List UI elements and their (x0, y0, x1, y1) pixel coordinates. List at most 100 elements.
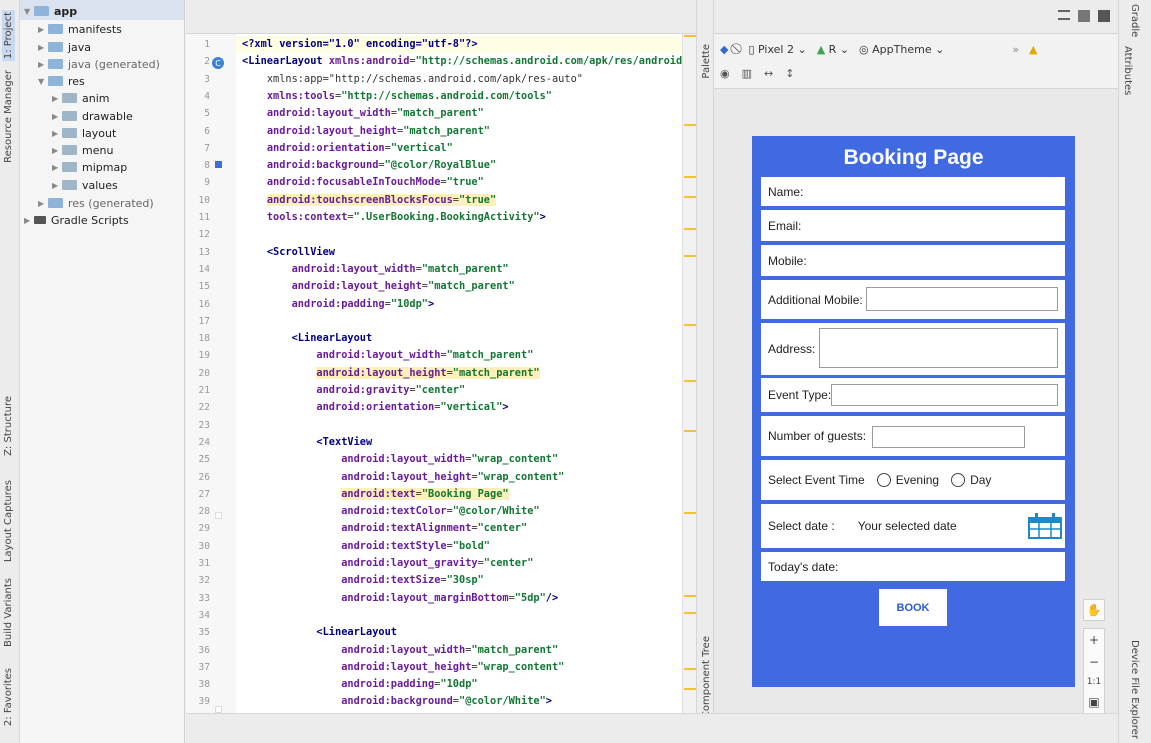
tree-item[interactable]: ▼ app (24, 2, 77, 20)
chevron-right-icon[interactable]: ▶ (52, 94, 62, 103)
bottom-scrollbar[interactable] (186, 713, 1118, 743)
chevron-down-icon[interactable]: ▼ (24, 7, 34, 16)
code-line[interactable]: android:padding="10dp"> (236, 296, 682, 313)
class-gutter-icon[interactable]: C (212, 57, 224, 69)
tab-gradle[interactable]: Gradle (1129, 4, 1140, 37)
design-view-icon[interactable] (1098, 10, 1110, 22)
name-field[interactable]: Name: (761, 177, 1065, 206)
additional-mobile-input[interactable] (866, 287, 1058, 311)
code-line[interactable] (236, 417, 682, 434)
code-line[interactable]: <?xml version="1.0" encoding="utf-8"?> (236, 36, 682, 53)
event-type-input[interactable] (831, 384, 1058, 406)
tab-structure[interactable]: Z: Structure (3, 396, 14, 456)
tree-item[interactable]: ▶ mipmap (52, 158, 127, 176)
chevron-right-icon[interactable]: ▶ (38, 199, 48, 208)
code-line[interactable]: android:textStyle="bold" (236, 538, 682, 555)
tree-item[interactable]: ▶ anim (52, 89, 109, 107)
tab-build-variants[interactable]: Build Variants (3, 578, 14, 647)
chevron-down-icon[interactable]: ▼ (38, 77, 48, 86)
calendar-icon[interactable] (1027, 512, 1063, 543)
color-swatch-icon[interactable] (215, 512, 222, 519)
chevron-right-icon[interactable]: ▶ (52, 181, 62, 190)
scroll-marker[interactable] (684, 512, 696, 514)
chevron-right-icon[interactable]: ▶ (38, 25, 48, 34)
code-line[interactable]: android:layout_height="match_parent" (236, 278, 682, 295)
zoom-ratio-button[interactable]: 1:1 (1087, 677, 1101, 687)
scroll-marker[interactable] (684, 688, 696, 690)
code-line[interactable]: android:layout_height="match_parent" (236, 123, 682, 140)
code-line[interactable]: xmlns:tools="http://schemas.android.com/… (236, 88, 682, 105)
chevron-right-icon[interactable]: ▶ (38, 43, 48, 52)
tab-resource-manager[interactable]: Resource Manager (3, 70, 14, 163)
code-line[interactable]: <TextView (236, 434, 682, 451)
code-line[interactable]: xmlns:app="http://schemas.android.com/ap… (236, 71, 682, 88)
code-line[interactable]: <LinearLayout (236, 624, 682, 641)
tree-item[interactable]: ▶ java (generated) (38, 55, 160, 73)
code-line[interactable]: android:layout_marginBottom="5dp"/> (236, 590, 682, 607)
chevron-right-icon[interactable]: ▶ (52, 146, 62, 155)
scroll-marker[interactable] (684, 176, 696, 178)
layers-icon[interactable]: ◆ (720, 43, 728, 56)
code-line[interactable]: android:layout_gravity="center" (236, 555, 682, 572)
tab-attributes[interactable]: Attributes (1122, 46, 1133, 95)
scroll-marker[interactable] (684, 124, 696, 126)
guests-input[interactable] (872, 426, 1025, 448)
code-line[interactable]: android:gravity="center" (236, 382, 682, 399)
code-line[interactable]: android:layout_width="match_parent" (236, 642, 682, 659)
scroll-marker[interactable] (684, 595, 696, 597)
code-line[interactable]: tools:context=".UserBooking.BookingActiv… (236, 209, 682, 226)
evening-radio[interactable] (876, 473, 891, 487)
zoom-fit-icon[interactable]: ▣ (1088, 695, 1099, 709)
tree-item[interactable]: ▶ res (generated) (38, 194, 154, 212)
chevron-right-icon[interactable]: ▶ (38, 60, 48, 69)
code-line[interactable]: android:layout_height="match_parent" (236, 365, 682, 382)
api-selector[interactable]: ▲ R ⌄ (817, 43, 849, 56)
scroll-marker[interactable] (684, 228, 696, 230)
email-field[interactable]: Email: (761, 210, 1065, 241)
code-line[interactable]: android:layout_width="match_parent" (236, 105, 682, 122)
code-line[interactable]: <ScrollView (236, 244, 682, 261)
code-line[interactable]: android:text="Booking Page" (236, 486, 682, 503)
chevron-right-icon[interactable]: ▶ (52, 129, 62, 138)
theme-selector[interactable]: ◎ AppTheme ⌄ (859, 43, 944, 56)
code-line[interactable]: android:touchscreenBlocksFocus="true" (236, 192, 682, 209)
code-line[interactable]: android:textAlignment="center" (236, 520, 682, 537)
code-line[interactable]: <LinearLayout (236, 330, 682, 347)
code-line[interactable]: android:textSize="30sp" (236, 572, 682, 589)
code-line[interactable]: android:layout_height="wrap_content" (236, 469, 682, 486)
code-line[interactable] (236, 607, 682, 624)
code-line[interactable]: android:focusableInTouchMode="true" (236, 174, 682, 191)
code-line[interactable]: android:layout_width="wrap_content" (236, 451, 682, 468)
zoom-out-icon[interactable]: − (1089, 655, 1099, 669)
chevron-right-icon[interactable]: ▶ (24, 216, 34, 225)
tree-item[interactable]: ▼ res (38, 72, 85, 90)
split-view-icon[interactable] (1078, 10, 1090, 22)
code-line[interactable]: android:padding="10dp" (236, 676, 682, 693)
overflow-icon[interactable]: » (1012, 43, 1019, 56)
code-view-icon[interactable] (1058, 10, 1070, 20)
scroll-marker[interactable] (684, 324, 696, 326)
zoom-in-icon[interactable]: + (1089, 633, 1099, 647)
address-input[interactable] (819, 328, 1058, 368)
tree-item[interactable]: ▶ java (38, 38, 91, 56)
tab-component-tree[interactable]: Component Tree (701, 636, 712, 718)
scroll-marker[interactable] (684, 430, 696, 432)
code-line[interactable] (236, 313, 682, 330)
scroll-marker[interactable] (684, 668, 696, 670)
horizontal-resize-icon[interactable]: ↔ (764, 67, 773, 80)
scroll-marker[interactable] (684, 255, 696, 257)
tree-item[interactable]: ▶ manifests (38, 20, 122, 38)
vertical-resize-icon[interactable]: ↕ (785, 67, 794, 80)
tree-item[interactable]: ▶ layout (52, 124, 116, 142)
chevron-right-icon[interactable]: ▶ (52, 112, 62, 121)
tree-item[interactable]: ▶ Gradle Scripts (24, 211, 129, 229)
code-line[interactable]: android:layout_width="match_parent" (236, 261, 682, 278)
booking-page-preview[interactable]: Booking Page Name: Email: Mobile: Additi… (752, 136, 1075, 687)
code-line[interactable]: <LinearLayout xmlns:android="http://sche… (236, 53, 682, 70)
mobile-field[interactable]: Mobile: (761, 245, 1065, 276)
book-button[interactable]: BOOK (879, 589, 947, 626)
warning-icon[interactable]: ▲ (1029, 43, 1037, 56)
tree-item[interactable]: ▶ drawable (52, 107, 133, 125)
scroll-marker[interactable] (684, 196, 696, 198)
tree-item[interactable]: ▶ menu (52, 141, 113, 159)
